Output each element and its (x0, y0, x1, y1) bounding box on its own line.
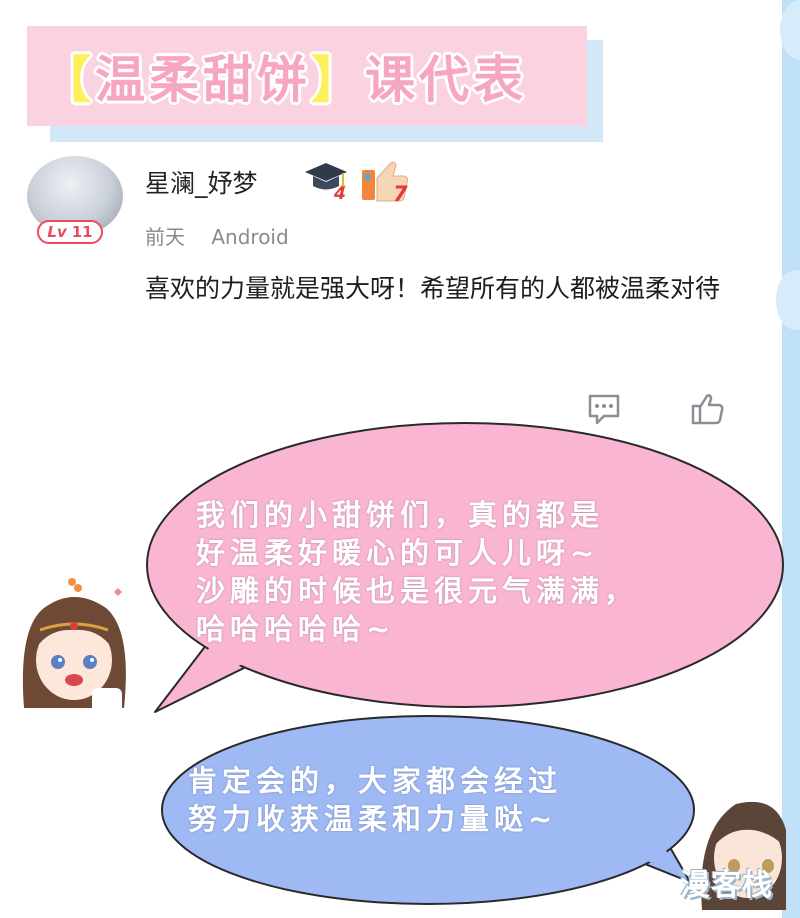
pink-bubble-line: 我们的小甜饼们，真的都是 (196, 498, 605, 532)
blue-bubble-line: 肯定会的，大家都会经过 (188, 764, 563, 798)
girl-character-illustration (22, 578, 126, 716)
pink-bubble-line: 好温柔好暖心的可人儿呀~ (196, 536, 600, 570)
blue-bubble-text: 肯定会的，大家都会经过 努力收获温柔和力量哒~ (188, 762, 562, 838)
watermark-logo: 漫客栈 (680, 868, 773, 903)
blue-bubble-line: 努力收获温柔和力量哒~ (188, 802, 558, 836)
pink-bubble-text: 我们的小甜饼们，真的都是 好温柔好暖心的可人儿呀~ 沙雕的时候也是很元气满满， … (196, 496, 638, 648)
pink-bubble-line: 沙雕的时候也是很元气满满， (196, 574, 639, 608)
pink-bubble-line: 哈哈哈哈哈~ (196, 612, 396, 646)
